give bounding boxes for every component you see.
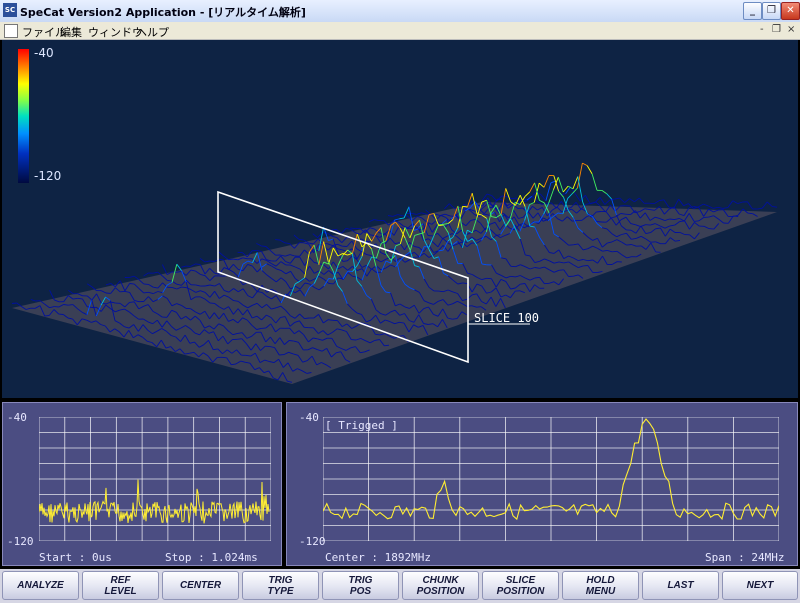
menu-help[interactable]: ヘルプ xyxy=(136,24,169,40)
title-bar: SC SpeCat Version2 Application - [リアルタイム… xyxy=(0,0,800,23)
mdi-close-button[interactable]: × xyxy=(787,24,795,35)
last-button[interactable]: LAST xyxy=(642,571,719,600)
time-y-top: -40 xyxy=(7,411,27,424)
freq-y-top: -40 xyxy=(299,411,319,424)
span-label: Span : 24MHz xyxy=(705,551,785,564)
document-icon[interactable] xyxy=(4,24,18,38)
function-button-bar: ANALYZE REF LEVEL CENTER TRIG TYPE TRIG … xyxy=(0,569,800,603)
mdi-minimize-button[interactable]: - xyxy=(760,24,764,35)
trigger-status: [ Trigged ] xyxy=(325,419,398,432)
frequency-domain-panel: -40 -120 [ Trigged ] Center : 1892MHz Sp… xyxy=(286,402,798,566)
menu-edit[interactable]: 編集 xyxy=(60,24,82,40)
close-button[interactable]: ✕ xyxy=(781,2,800,20)
menu-bar: ファイル 編集 ウィンドウ ヘルプ - ❐ × xyxy=(0,22,800,40)
center-frequency-label: Center : 1892MHz xyxy=(325,551,431,564)
minimize-button[interactable]: _ xyxy=(743,2,762,20)
waterfall-surface xyxy=(11,162,778,384)
freq-y-bottom: -120 xyxy=(299,535,326,548)
analyze-button[interactable]: ANALYZE xyxy=(2,571,79,600)
time-domain-panel: -40 -120 Start : 0us Stop : 1.024ms xyxy=(2,402,282,566)
time-start-label: Start : 0us xyxy=(39,551,112,564)
mdi-restore-button[interactable]: ❐ xyxy=(772,24,781,35)
slice-label: SLICE 100 xyxy=(474,311,540,325)
next-button[interactable]: NEXT xyxy=(722,571,798,600)
menu-window[interactable]: ウィンドウ xyxy=(88,24,143,40)
ref-level-button[interactable]: REF LEVEL xyxy=(82,571,159,600)
spectrum-plot[interactable] xyxy=(323,417,779,541)
spectrogram-3d-view[interactable]: -40 -120 SLICE 100 xyxy=(2,40,798,398)
chunk-position-button[interactable]: CHUNK POSITION xyxy=(402,571,479,600)
trig-pos-button[interactable]: TRIG POS xyxy=(322,571,399,600)
slice-position-button[interactable]: SLICE POSITION xyxy=(482,571,559,600)
restore-button[interactable]: ❐ xyxy=(762,2,781,20)
window-title: SpeCat Version2 Application - [リアルタイム解析] xyxy=(20,6,306,19)
time-stop-label: Stop : 1.024ms xyxy=(165,551,258,564)
time-plot[interactable] xyxy=(39,417,271,541)
trig-type-button[interactable]: TRIG TYPE xyxy=(242,571,319,600)
center-button[interactable]: CENTER xyxy=(162,571,239,600)
time-y-bottom: -120 xyxy=(7,535,34,548)
app-icon: SC xyxy=(3,3,17,17)
hold-menu-button[interactable]: HOLD MENU xyxy=(562,571,639,600)
